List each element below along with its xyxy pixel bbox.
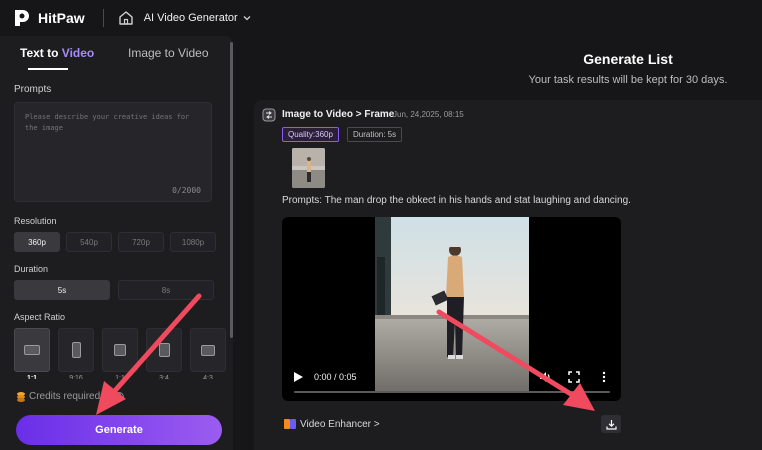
- resolution-1080p[interactable]: 1080p: [170, 232, 216, 252]
- aspect-option-2[interactable]: [58, 328, 94, 372]
- prompt-input[interactable]: [15, 103, 211, 183]
- credits-text: Credits required: 0: [29, 391, 112, 402]
- task-date: Jun, 24,2025, 08:15: [393, 110, 464, 119]
- credits-info: Credits required: 0 ?: [16, 391, 125, 402]
- aspect-label-5: 4:3: [203, 375, 213, 379]
- source-image-thumbnail[interactable]: [292, 148, 325, 188]
- aspect-ratio-options: [14, 328, 226, 372]
- top-bar: HitPaw AI Video Generator: [0, 0, 762, 36]
- aspect-option-4[interactable]: [146, 328, 182, 372]
- image-to-video-icon: [262, 108, 276, 122]
- generate-list-title: Generate List: [583, 51, 673, 67]
- mode-tabs: Text to Video Image to Video: [0, 36, 233, 70]
- hitpaw-logo-icon: [15, 10, 29, 26]
- aspect-portrait-icon: [71, 342, 81, 358]
- coin-stack-icon: [17, 392, 25, 402]
- duration-label: Duration: [14, 264, 49, 274]
- chevron-down-icon[interactable]: [242, 13, 252, 23]
- video-player[interactable]: 0:00 / 0:05: [282, 217, 621, 401]
- aspect-ratio-label: Aspect Ratio: [14, 312, 66, 322]
- download-icon: [605, 419, 617, 430]
- generate-list-subtitle: Your task results will be kept for 30 da…: [528, 74, 728, 86]
- duration-8s[interactable]: 8s: [118, 280, 214, 300]
- aspect-square-icon: [114, 344, 126, 356]
- aspect-tall-icon: [158, 343, 170, 357]
- task-title: Image to Video > Frame: [282, 109, 395, 120]
- aspect-option-1[interactable]: [14, 328, 50, 372]
- tab-label: Text to: [20, 46, 62, 60]
- fullscreen-icon[interactable]: [568, 371, 580, 383]
- aspect-landscape-icon: [24, 345, 40, 355]
- prompts-label: Prompts: [14, 84, 52, 95]
- download-button[interactable]: [601, 415, 621, 433]
- aspect-option-5[interactable]: [190, 328, 226, 372]
- left-panel: Text to Video Image to Video Prompts 0/2…: [0, 36, 233, 450]
- duration-5s[interactable]: 5s: [14, 280, 110, 300]
- aspect-option-3[interactable]: [102, 328, 138, 372]
- scrollbar[interactable]: [230, 42, 233, 338]
- play-icon[interactable]: [294, 372, 303, 382]
- tab-image-to-video[interactable]: Image to Video: [128, 46, 209, 60]
- resolution-540p[interactable]: 540p: [66, 232, 112, 252]
- resolution-options: 360p 540p 720p 1080p: [14, 232, 216, 252]
- aspect-ratio-labels: 1:1 9:16 1:1 3:4 4:3: [14, 374, 226, 379]
- char-count: 0/2000: [172, 186, 201, 195]
- volume-icon[interactable]: [539, 371, 551, 383]
- tab-label-accent: Video: [61, 46, 95, 60]
- generate-button[interactable]: Generate: [16, 415, 222, 445]
- player-controls: 0:00 / 0:05: [282, 367, 621, 387]
- duration-badge: Duration: 5s: [347, 127, 403, 142]
- quality-badge: Quality:360p: [282, 127, 339, 142]
- resolution-label: Resolution: [14, 216, 57, 226]
- active-tab-indicator: [28, 68, 68, 70]
- aspect-label-1: 1:1: [26, 375, 38, 379]
- resolution-360p[interactable]: 360p: [14, 232, 60, 252]
- aspect-label-3: 1:1: [115, 375, 125, 379]
- task-prompt: Prompts: The man drop the obkect in his …: [282, 195, 631, 206]
- resolution-720p[interactable]: 720p: [118, 232, 164, 252]
- help-icon[interactable]: ?: [114, 391, 125, 402]
- aspect-label-2: 9:16: [69, 375, 83, 379]
- more-options-icon[interactable]: [598, 371, 610, 383]
- brand-logo[interactable]: HitPaw: [12, 8, 85, 28]
- video-enhancer-icon: [284, 419, 296, 429]
- playback-progress-bar[interactable]: [294, 391, 610, 393]
- playback-time: 0:00 / 0:05: [314, 372, 357, 382]
- duration-options: 5s 8s: [14, 280, 214, 300]
- divider: [102, 9, 104, 27]
- prompt-box: 0/2000: [14, 102, 212, 202]
- video-enhancer-link[interactable]: Video Enhancer >: [300, 419, 380, 430]
- home-icon[interactable]: [118, 10, 134, 26]
- brand-name: HitPaw: [38, 10, 85, 26]
- aspect-label-4: 3:4: [159, 375, 169, 379]
- nav-title[interactable]: AI Video Generator: [144, 12, 238, 24]
- aspect-wide-icon: [201, 344, 215, 356]
- tab-text-to-video[interactable]: Text to Video: [20, 46, 94, 60]
